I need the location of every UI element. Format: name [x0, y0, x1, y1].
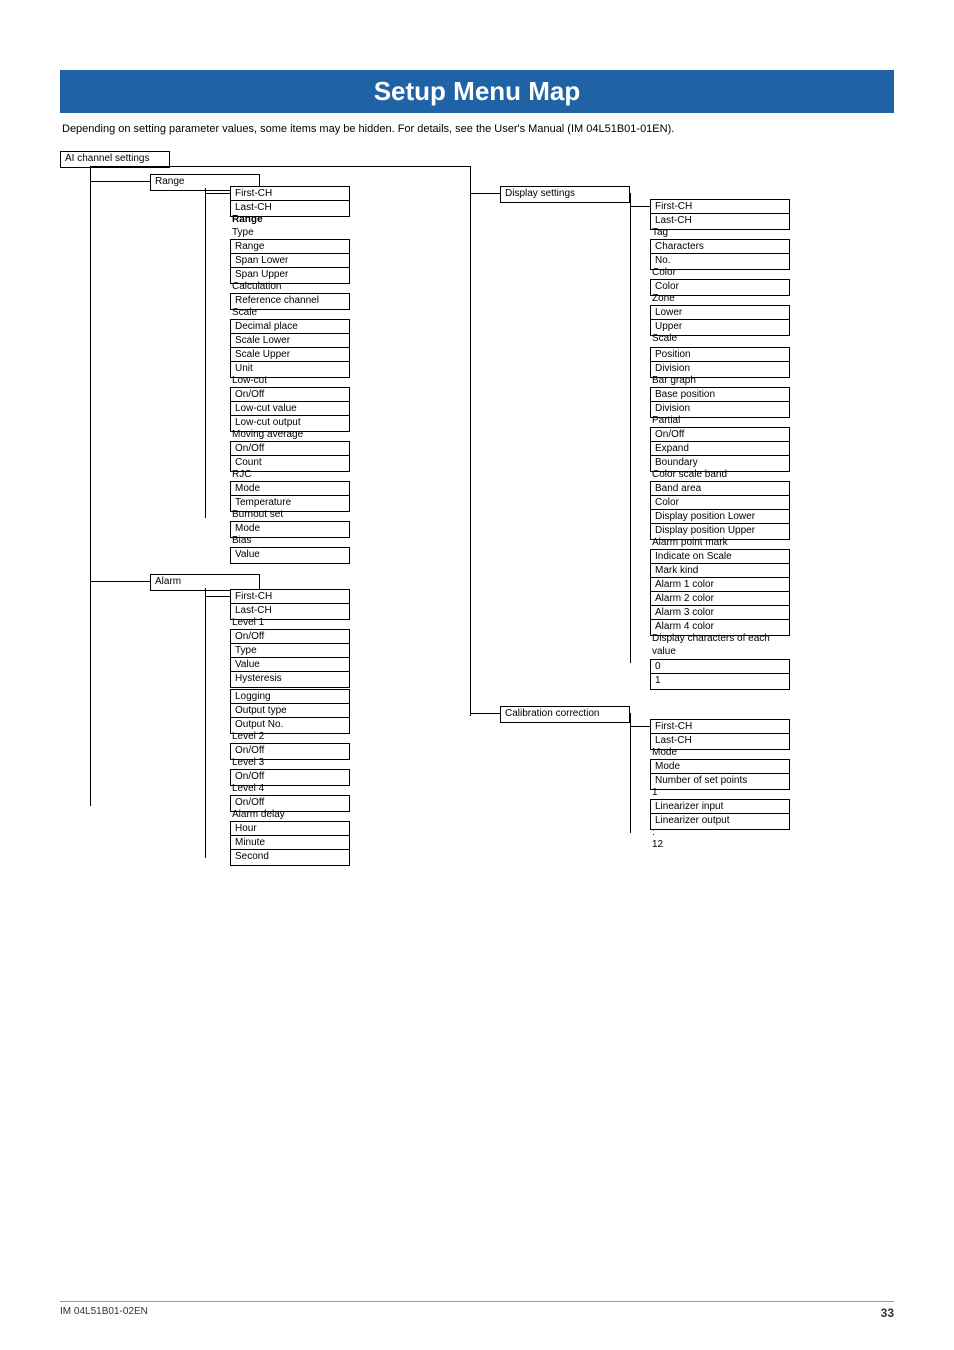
- alarm-level1-lbl: Level 1: [232, 617, 264, 630]
- disp-csb-lbl: Color scale band: [652, 469, 727, 482]
- alarm-delay-lbl: Alarm delay: [232, 809, 285, 822]
- alarm-second: Second: [230, 849, 350, 866]
- range-lowcut-lbl: Low-cut: [232, 375, 267, 388]
- range-mavg-lbl: Moving average: [232, 429, 303, 442]
- calib-twelve: 12: [652, 839, 663, 852]
- calib-one: 1: [652, 787, 658, 800]
- disp-scale-lbl: Scale: [652, 333, 677, 346]
- disp-one: 1: [650, 673, 790, 690]
- alarm-level2-lbl: Level 2: [232, 731, 264, 744]
- calib-mode-lbl: Mode: [652, 747, 677, 760]
- range-calculation: Calculation: [232, 281, 281, 294]
- node-calibration: Calibration correction: [500, 706, 630, 723]
- page-subtitle: Depending on setting parameter values, s…: [62, 123, 894, 135]
- range-type-lbl: Type: [232, 227, 254, 240]
- page-title: Setup Menu Map: [374, 76, 581, 106]
- disp-partial-lbl: Partial: [652, 415, 680, 428]
- disp-zone-lbl: Zone: [652, 293, 675, 306]
- footer-docid: IM 04L51B01-02EN: [60, 1306, 148, 1320]
- alarm-level3-lbl: Level 3: [232, 757, 264, 770]
- footer-pagenum: 33: [881, 1306, 894, 1320]
- alarm-hysteresis: Hysteresis: [230, 671, 350, 688]
- range-value: Value: [230, 547, 350, 564]
- calib-colon: :: [652, 827, 655, 840]
- calib-nsp: Number of set points: [650, 773, 790, 790]
- page-title-bar: Setup Menu Map: [60, 70, 894, 113]
- node-display-settings: Display settings: [500, 186, 630, 203]
- page-footer: IM 04L51B01-02EN 33: [60, 1301, 894, 1320]
- disp-bar-lbl: Bar graph: [652, 375, 696, 388]
- range-burnout-lbl: Burnout set: [232, 509, 283, 522]
- range-rjc-lbl: RJC: [232, 469, 251, 482]
- range-scale-lbl: Scale: [232, 307, 257, 320]
- range-header: Range: [232, 214, 263, 227]
- disp-apm-lbl: Alarm point mark: [652, 537, 728, 550]
- disp-last-ch: Last-CH: [650, 213, 790, 230]
- menu-map: AI channel settings Range First-CH Last-…: [60, 151, 894, 851]
- disp-tag-lbl: Tag: [652, 227, 668, 240]
- disp-color-lbl: Color: [652, 267, 676, 280]
- calib-lin-output: Linearizer output: [650, 813, 790, 830]
- disp-dcev-lbl: Display characters of each value: [652, 633, 792, 658]
- range-bias-lbl: Bias: [232, 535, 251, 548]
- alarm-level4-lbl: Level 4: [232, 783, 264, 796]
